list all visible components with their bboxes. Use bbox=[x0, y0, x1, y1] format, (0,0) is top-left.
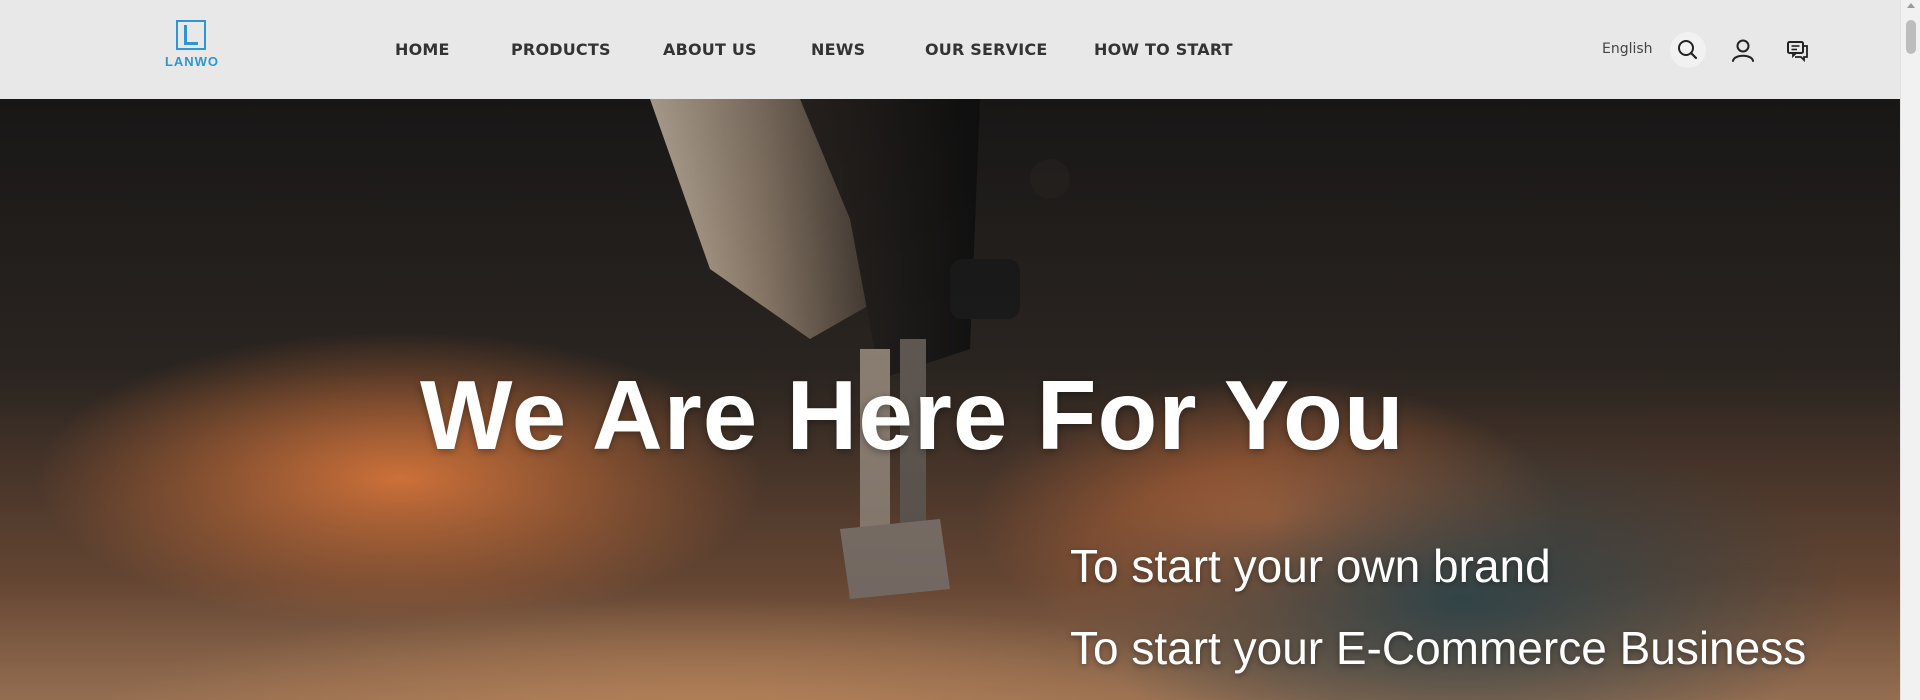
scroll-up-icon[interactable] bbox=[1907, 3, 1915, 8]
logo-text: LANWO bbox=[164, 54, 220, 69]
hero-title: We Are Here For You bbox=[420, 360, 1405, 470]
nav-products[interactable]: PRODUCTS bbox=[511, 40, 611, 59]
nav-about-us[interactable]: ABOUT US bbox=[663, 40, 757, 59]
page-scrollbar[interactable] bbox=[1900, 0, 1920, 700]
nav-how-to-start[interactable]: HOW TO START bbox=[1094, 40, 1233, 59]
language-selector[interactable]: English bbox=[1602, 41, 1653, 57]
scroll-thumb[interactable] bbox=[1906, 20, 1916, 54]
chat-icon[interactable] bbox=[1784, 36, 1812, 64]
nav-our-service[interactable]: OUR SERVICE bbox=[925, 40, 1047, 59]
user-icon[interactable] bbox=[1729, 36, 1757, 64]
nav-home[interactable]: HOME bbox=[395, 40, 450, 59]
hero-banner: We Are Here For You To start your own br… bbox=[0, 99, 1900, 700]
nav-news[interactable]: NEWS bbox=[811, 40, 865, 59]
search-icon[interactable] bbox=[1674, 36, 1702, 64]
hero-line-ecommerce: To start your E-Commerce Business bbox=[1070, 622, 1807, 674]
logo-mark-icon bbox=[176, 20, 206, 50]
hero-line-brand: To start your own brand bbox=[1070, 540, 1551, 592]
logo[interactable]: LANWO bbox=[154, 20, 230, 72]
site-header: LANWO HOME PRODUCTS ABOUT US NEWS OUR SE… bbox=[0, 0, 1900, 99]
